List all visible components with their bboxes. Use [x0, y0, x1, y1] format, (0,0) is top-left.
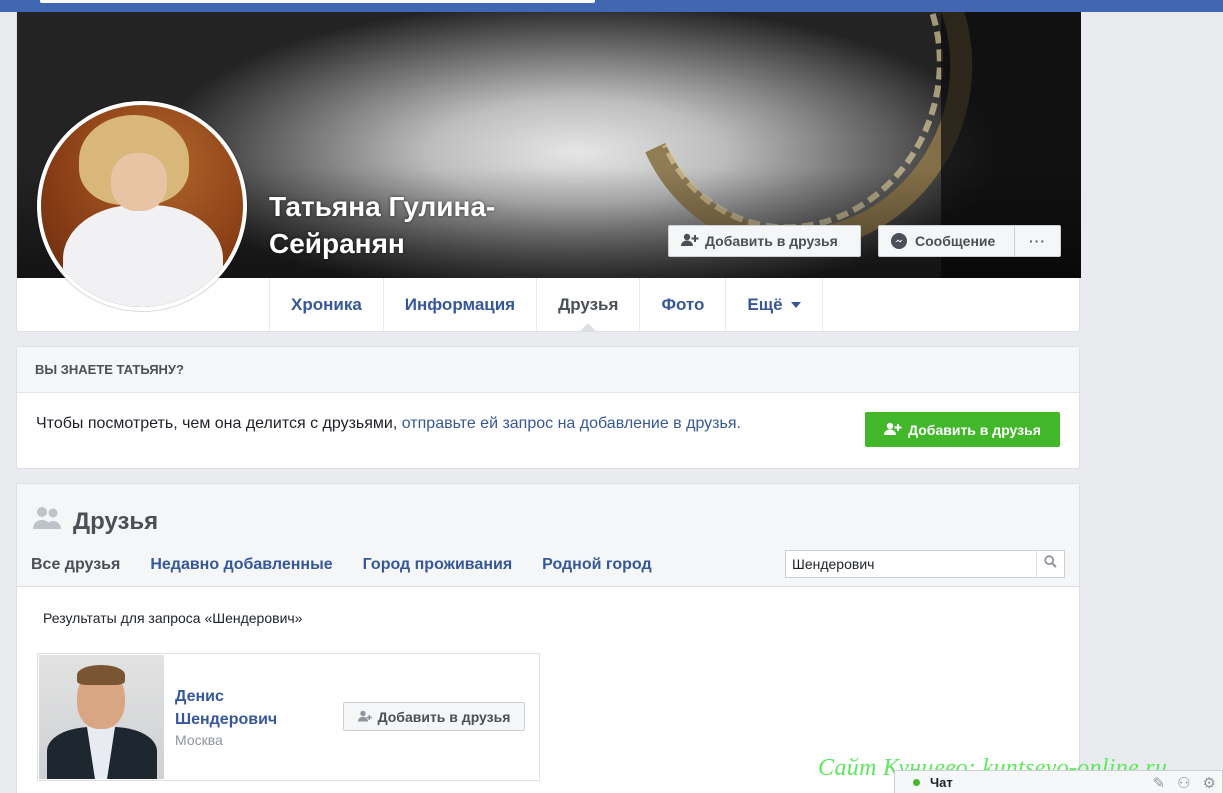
tab-label: Хроника — [291, 294, 362, 314]
profile-header: Татьяна Гулина-Сейранян Добавить в друзь… — [16, 12, 1081, 332]
tab-label: Друзья — [558, 294, 619, 314]
more-options-button[interactable]: ··· — [1014, 225, 1061, 257]
add-friend-icon — [681, 233, 699, 249]
avatar-art-face — [111, 153, 167, 211]
message-label: Сообщение — [915, 233, 996, 249]
group-chat-icon[interactable]: ⚇ — [1177, 774, 1190, 792]
friend-photo[interactable] — [39, 655, 164, 779]
profile-tabs: Хроника Информация Друзья Фото Ещё — [269, 278, 823, 332]
add-friend-label: Добавить в друзья — [705, 233, 838, 249]
friends-title-text: Друзья — [73, 507, 159, 535]
friends-title: Друзья — [33, 505, 158, 538]
search-icon — [1044, 555, 1057, 573]
tab-recently-added[interactable]: Недавно добавленные — [150, 556, 332, 574]
send-request-link[interactable]: отправьте ей запрос на добавление в друз… — [402, 415, 741, 432]
friends-filter-tabs: Все друзья Недавно добавленные Город про… — [31, 556, 682, 574]
add-friend-icon — [357, 710, 372, 724]
tab-current-city[interactable]: Город проживания — [363, 556, 513, 574]
profile-picture[interactable] — [37, 101, 247, 311]
search-button[interactable] — [1036, 551, 1064, 577]
card-heading: ВЫ ЗНАЕТЕ ТАТЬЯНУ? — [17, 347, 1079, 393]
online-status-icon — [913, 778, 920, 786]
avatar — [41, 105, 243, 307]
privacy-message: Чтобы посмотреть, чем она делится с друз… — [36, 415, 741, 433]
messenger-icon — [891, 233, 907, 249]
tab-photos[interactable]: Фото — [640, 278, 727, 331]
friend-name-link[interactable]: Денис Шендерович — [175, 685, 315, 731]
tab-friends[interactable]: Друзья — [537, 278, 641, 332]
friend-result-card: Денис Шендерович Москва Добавить в друзь… — [37, 653, 540, 781]
dropdown-caret-icon — [790, 301, 801, 308]
chat-bar[interactable]: Чат ✎ ⚇ ⚙ — [894, 770, 1223, 793]
friends-icon — [33, 505, 63, 538]
tab-label: Фото — [661, 294, 705, 314]
friends-search-input[interactable] — [786, 551, 1036, 577]
add-friend-button[interactable]: Добавить в друзья — [668, 225, 861, 257]
friend-photo-art-hair — [77, 665, 125, 685]
tab-about[interactable]: Информация — [384, 278, 538, 331]
add-friend-result-button[interactable]: Добавить в друзья — [343, 702, 525, 731]
message-button[interactable]: Сообщение — [878, 225, 1015, 257]
avatar-art-shirt — [63, 205, 223, 307]
tab-more[interactable]: Ещё — [726, 278, 823, 331]
global-search-input[interactable] — [40, 0, 595, 3]
add-friend-primary-label: Добавить в друзья — [908, 421, 1041, 438]
do-you-know-card: ВЫ ЗНАЕТЕ ТАТЬЯНУ? Чтобы посмотреть, чем… — [16, 346, 1080, 469]
add-friend-icon — [884, 422, 902, 438]
tab-timeline[interactable]: Хроника — [270, 278, 384, 331]
top-navigation-bar — [0, 0, 1223, 12]
tab-all-friends[interactable]: Все друзья — [31, 556, 120, 574]
tab-label: Ещё — [747, 294, 783, 314]
chat-label: Чат — [930, 774, 953, 790]
settings-gear-icon[interactable]: ⚙ — [1203, 774, 1216, 792]
search-results-label: Результаты для запроса «Шендерович» — [43, 610, 303, 626]
new-message-icon[interactable]: ✎ — [1153, 774, 1166, 792]
friend-city: Москва — [175, 732, 223, 748]
friends-section: Друзья Все друзья Недавно добавленные Го… — [16, 483, 1080, 793]
add-friend-result-label: Добавить в друзья — [377, 708, 511, 725]
add-friend-primary-button[interactable]: Добавить в друзья — [865, 412, 1060, 447]
friends-search — [785, 550, 1065, 578]
chat-controls: ✎ ⚇ ⚙ — [1153, 774, 1216, 792]
tab-label: Информация — [404, 294, 516, 314]
tab-hometown[interactable]: Родной город — [542, 556, 651, 574]
more-icon: ··· — [1029, 233, 1046, 249]
privacy-text: Чтобы посмотреть, чем она делится с друз… — [36, 415, 398, 432]
profile-name: Татьяна Гулина-Сейранян — [269, 191, 496, 259]
friends-header: Друзья Все друзья Недавно добавленные Го… — [17, 484, 1079, 587]
